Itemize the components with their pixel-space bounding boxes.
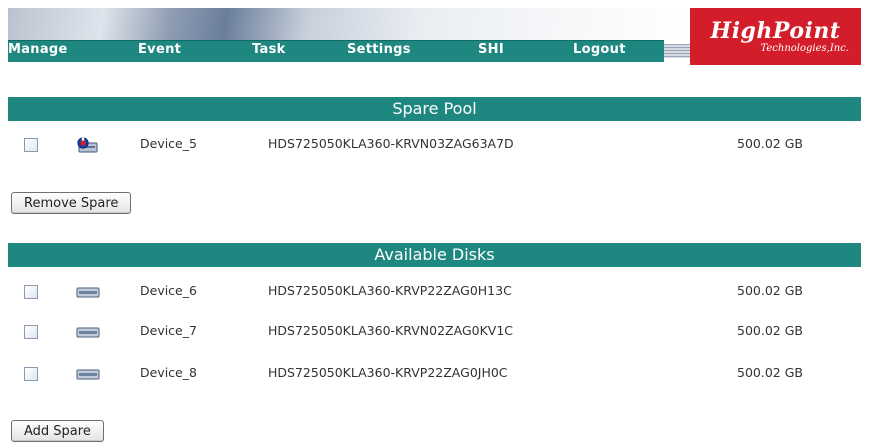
- device-name: Device_5: [140, 136, 197, 151]
- spare-disk-icon: [75, 137, 99, 159]
- table-row: Device_7 HDS725050KLA360-KRVN02ZAG0KV1C …: [8, 318, 861, 346]
- device-size: 500.02 GB: [737, 365, 803, 380]
- hard-disk-icon: [75, 366, 101, 385]
- header: Manage Event Task Settings SHI Logout Hi…: [0, 0, 876, 66]
- device-size: 500.02 GB: [737, 323, 803, 338]
- device-model: HDS725050KLA360-KRVN02ZAG0KV1C: [268, 323, 514, 338]
- nav-divider: [664, 44, 690, 58]
- table-row: Device_5 HDS725050KLA360-KRVN03ZAG63A7D …: [8, 131, 861, 159]
- nav-settings[interactable]: Settings: [347, 42, 411, 57]
- device-model: HDS725050KLA360-KRVN03ZAG63A7D: [268, 136, 514, 151]
- available-disks-header: Available Disks: [8, 243, 861, 267]
- device-7-checkbox[interactable]: [24, 325, 38, 339]
- device-name: Device_8: [140, 365, 197, 380]
- device-6-checkbox[interactable]: [24, 285, 38, 299]
- device-model: HDS725050KLA360-KRVP22ZAG0H13C: [268, 283, 512, 298]
- table-row: Device_6 HDS725050KLA360-KRVP22ZAG0H13C …: [8, 278, 861, 306]
- remove-spare-button[interactable]: Remove Spare: [11, 192, 132, 214]
- device-8-checkbox[interactable]: [24, 367, 38, 381]
- logo-tagline: Technologies,Inc.: [760, 42, 849, 54]
- device-size: 500.02 GB: [737, 136, 803, 151]
- device-name: Device_7: [140, 323, 197, 338]
- add-spare-button[interactable]: Add Spare: [11, 420, 104, 442]
- spare-pool-header: Spare Pool: [8, 97, 861, 121]
- hard-disk-icon: [75, 324, 101, 343]
- hard-disk-icon: [75, 284, 101, 303]
- header-banner: [8, 8, 690, 40]
- device-size: 500.02 GB: [737, 283, 803, 298]
- nav-manage[interactable]: Manage: [8, 42, 68, 57]
- nav-event[interactable]: Event: [138, 42, 181, 57]
- device-model: HDS725050KLA360-KRVP22ZAG0JH0C: [268, 365, 508, 380]
- highpoint-logo: HighPoint Technologies,Inc.: [690, 8, 861, 65]
- nav-logout[interactable]: Logout: [573, 42, 626, 57]
- nav-shi[interactable]: SHI: [478, 42, 504, 57]
- device-5-checkbox[interactable]: [24, 138, 38, 152]
- device-name: Device_6: [140, 283, 197, 298]
- table-row: Device_8 HDS725050KLA360-KRVP22ZAG0JH0C …: [8, 360, 861, 388]
- nav-bar: Manage Event Task Settings SHI Logout: [8, 40, 664, 62]
- nav-task[interactable]: Task: [252, 42, 286, 57]
- logo-name: HighPoint: [710, 17, 841, 44]
